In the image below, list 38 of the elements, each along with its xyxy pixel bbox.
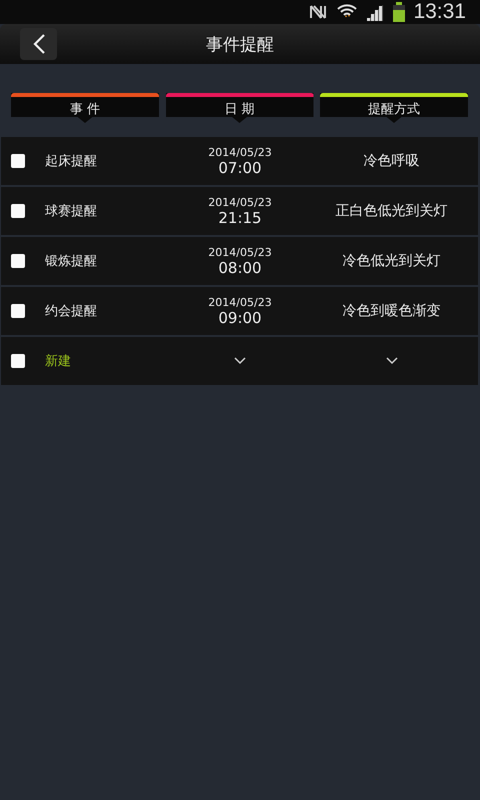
event-name: 锻炼提醒: [45, 253, 98, 270]
checkbox[interactable]: [11, 204, 25, 218]
date-text: 2014/05/23: [208, 246, 272, 258]
column-header-label: 事 件: [70, 101, 100, 118]
reminder-mode: 冷色低光到关灯: [342, 252, 442, 270]
event-name: 起床提醒: [45, 153, 98, 170]
reminder-mode: 冷色到暖色渐变: [342, 302, 442, 320]
event-name: 约会提醒: [45, 303, 98, 320]
time-text: 21:15: [218, 208, 262, 226]
reminder-row[interactable]: 起床提醒 2014/05/23 07:00 冷色呼吸: [1, 137, 478, 185]
signal-icon: [365, 3, 386, 21]
window-title: 事件提醒: [206, 34, 274, 56]
clock-time: 13:31: [413, 0, 466, 24]
date-text: 2014/05/23: [208, 196, 272, 208]
date-text: 2014/05/23: [208, 296, 272, 308]
checkbox[interactable]: [11, 254, 25, 268]
event-name: 球赛提醒: [45, 203, 98, 220]
time-text: 07:00: [218, 158, 262, 176]
dropdown-icon[interactable]: [386, 357, 398, 365]
date-text: 2014/05/23: [208, 146, 272, 158]
new-link[interactable]: 新建: [45, 352, 175, 370]
column-header-label: 提醒方式: [368, 101, 420, 118]
chevron-left-icon: [32, 33, 46, 55]
reminder-mode: 冷色呼吸: [362, 152, 420, 170]
reminder-mode: 正白色低光到关灯: [334, 202, 448, 220]
time-text: 09:00: [218, 308, 262, 326]
checkbox[interactable]: [11, 354, 25, 368]
reminder-row[interactable]: 球赛提醒 2014/05/23 21:15 正白色低光到关灯: [1, 187, 478, 235]
reminder-row[interactable]: 约会提醒 2014/05/23 09:00 冷色到暖色渐变: [1, 287, 478, 335]
back-button[interactable]: [20, 28, 57, 60]
time-text: 08:00: [218, 258, 262, 276]
battery-icon: [393, 2, 406, 22]
dropdown-icon[interactable]: [234, 357, 246, 365]
checkbox[interactable]: [11, 154, 25, 168]
reminder-row[interactable]: 新建: [1, 337, 478, 385]
checkbox[interactable]: [11, 304, 25, 318]
column-header-label: 日 期: [224, 101, 255, 118]
reminder-row[interactable]: 锻炼提醒 2014/05/23 08:00 冷色低光到关灯: [1, 237, 478, 285]
